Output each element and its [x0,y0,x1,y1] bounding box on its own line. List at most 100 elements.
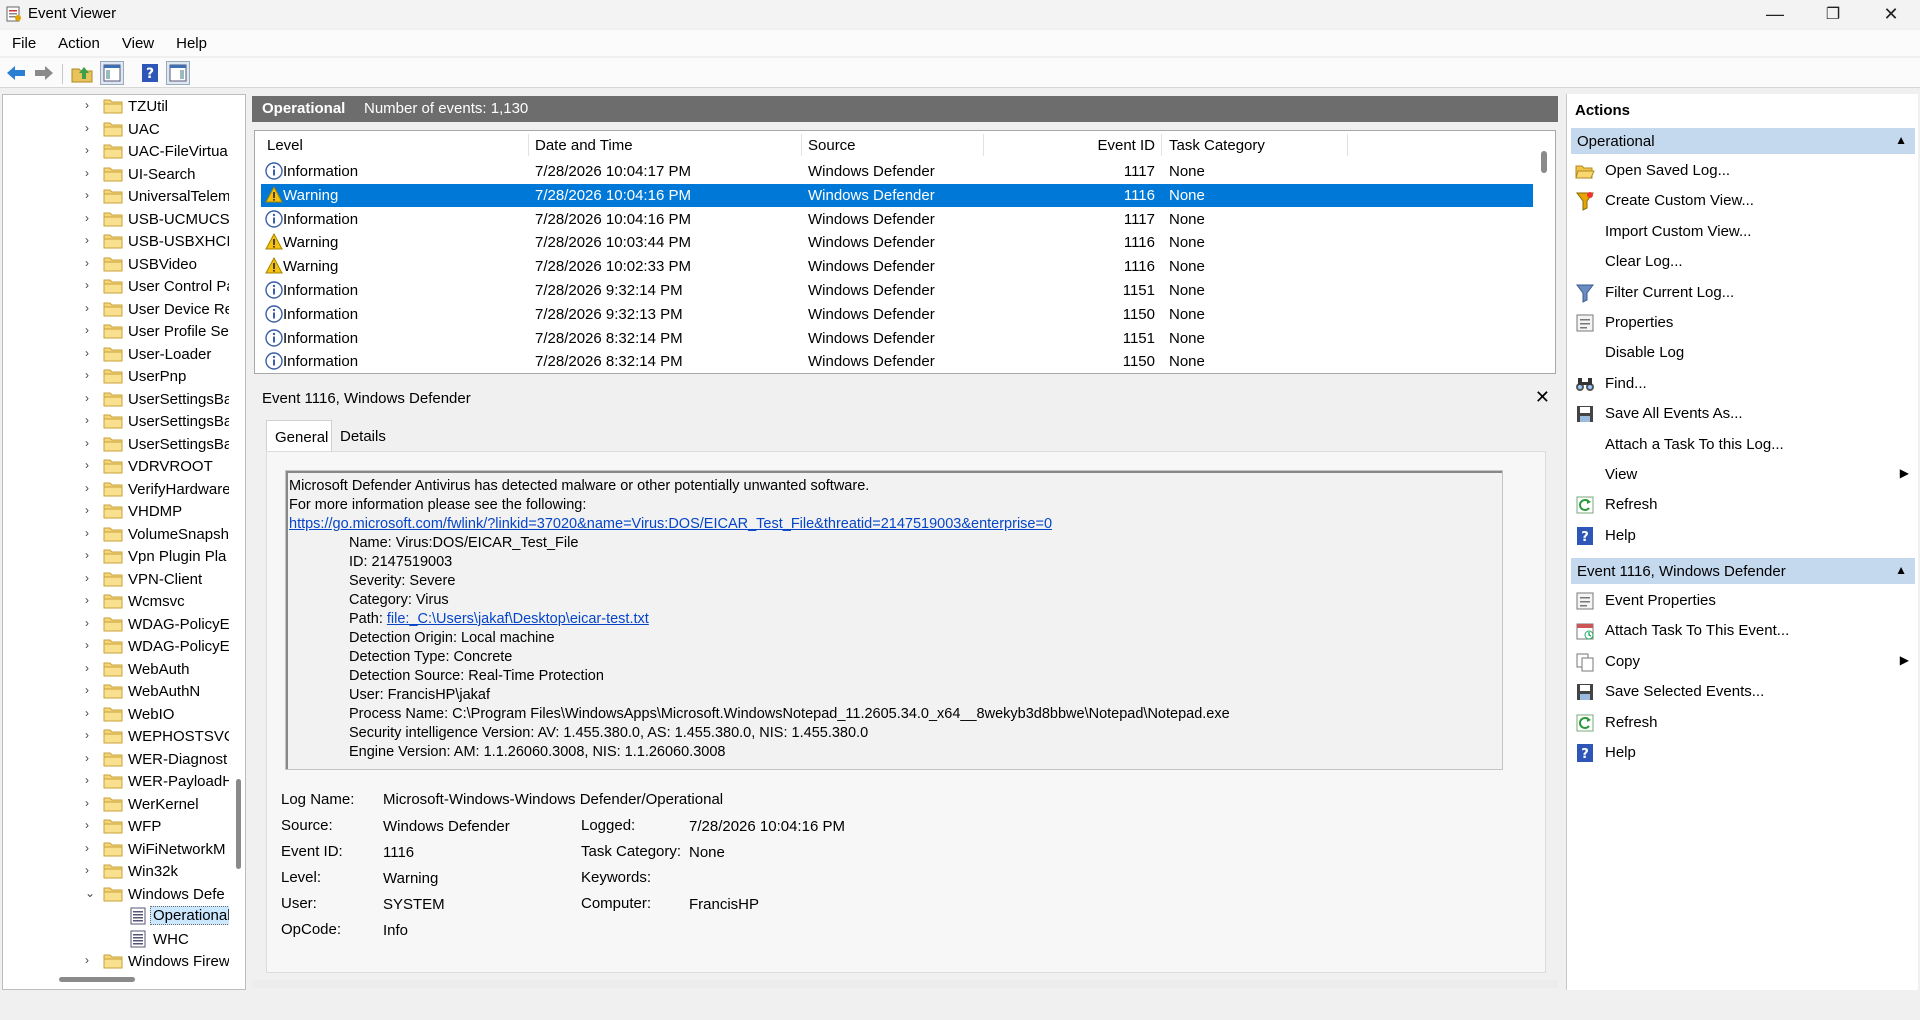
column-task-category[interactable]: Task Category [1169,137,1265,154]
collapse-caret-icon[interactable]: ▲ [1895,133,1907,147]
tree-item-operational[interactable]: Operational [3,905,229,927]
chevron-right-icon[interactable]: › [85,661,97,675]
action-properties[interactable]: Properties [1575,310,1915,336]
tree-item[interactable]: › Windows Firew [3,950,229,972]
action-open-saved-log[interactable]: Open Saved Log... [1575,158,1915,184]
tree-item[interactable]: › User Device Re [3,298,229,320]
restore-button[interactable]: ❐ [1804,0,1862,28]
show-hide-action-pane-icon[interactable] [166,61,190,85]
tree-item[interactable]: › User Control Pa [3,275,229,297]
column-divider[interactable] [983,134,984,156]
chevron-right-icon[interactable]: › [85,548,97,562]
column-source[interactable]: Source [808,137,856,154]
tree-item[interactable]: › Win32k [3,860,229,882]
tree-item[interactable]: › UserSettingsBa [3,410,229,432]
events-table[interactable]: Level Date and Time Source Event ID Task… [254,130,1556,374]
center-horizontal-scrollbar[interactable] [252,980,1558,988]
chevron-right-icon[interactable]: › [85,683,97,697]
chevron-right-icon[interactable]: › [85,481,97,495]
tree-item[interactable]: › USBVideo [3,253,229,275]
tree-item[interactable]: › VerifyHardware [3,478,229,500]
tree-vertical-scrollbar[interactable] [233,95,245,975]
menu-view[interactable]: View [110,35,164,52]
collapse-caret-icon[interactable]: ▲ [1895,563,1907,577]
action-disable-log[interactable]: Disable Log [1575,340,1915,366]
action-refresh[interactable]: Refresh [1575,710,1915,736]
event-row[interactable]: Information 7/28/2026 9:32:14 PM Windows D… [261,279,1533,302]
column-date-time[interactable]: Date and Time [535,137,633,154]
tree-item[interactable]: › UAC-FileVirtua [3,140,229,162]
chevron-right-icon[interactable]: › [85,323,97,337]
tree-item[interactable]: › WDAG-PolicyE [3,613,229,635]
event-row[interactable]: Information 7/28/2026 9:32:13 PM Windows D… [261,303,1533,326]
chevron-right-icon[interactable]: › [85,458,97,472]
chevron-right-icon[interactable]: › [85,616,97,630]
chevron-right-icon[interactable]: › [85,503,97,517]
tree-item[interactable]: › UserPnp [3,365,229,387]
tree-item[interactable]: › WebAuthN [3,680,229,702]
tree-item[interactable]: › WerKernel [3,793,229,815]
column-divider[interactable] [801,134,802,156]
tree-item[interactable]: › WEPHOSTSVC [3,725,229,747]
action-refresh[interactable]: Refresh [1575,492,1915,518]
chevron-right-icon[interactable]: › [85,301,97,315]
column-divider[interactable] [1161,134,1162,156]
close-button[interactable]: ✕ [1862,0,1920,28]
tree-item[interactable]: › WDAG-PolicyE [3,635,229,657]
action-view[interactable]: View ▶ [1575,462,1915,488]
tree-item[interactable]: › VolumeSnapsh [3,523,229,545]
up-folder-icon[interactable] [70,61,94,85]
chevron-right-icon[interactable]: › [85,818,97,832]
tab-general[interactable]: General [266,420,332,452]
chevron-right-icon[interactable]: › [85,751,97,765]
tree-item[interactable]: › TZUtil [3,95,229,117]
tree-scroll-thumb[interactable] [236,779,241,869]
tree-item[interactable]: › WebAuth [3,658,229,680]
chevron-down-icon[interactable]: ⌄ [85,886,97,900]
threat-path-link[interactable]: file:_C:\Users\jakaf\Desktop\eicar-test.… [387,611,649,627]
event-row[interactable]: Warning 7/28/2026 10:02:33 PM Windows Defe… [261,255,1533,278]
chevron-right-icon[interactable]: › [85,143,97,157]
tree-item[interactable]: › WebIO [3,703,229,725]
chevron-right-icon[interactable]: › [85,391,97,405]
action-filter-current-log[interactable]: Filter Current Log... [1575,280,1915,306]
chevron-right-icon[interactable]: › [85,638,97,652]
tree-item[interactable]: › User Profile Ser [3,320,229,342]
event-row[interactable]: Information 7/28/2026 8:32:14 PM Windows D… [261,327,1533,350]
chevron-right-icon[interactable]: › [85,256,97,270]
action-clear-log[interactable]: Clear Log... [1575,249,1915,275]
chevron-right-icon[interactable]: › [85,121,97,135]
chevron-right-icon[interactable]: › [85,278,97,292]
action-import-custom-view[interactable]: Import Custom View... [1575,219,1915,245]
tree-item[interactable]: › Wcmsvc [3,590,229,612]
chevron-right-icon[interactable]: › [85,863,97,877]
chevron-right-icon[interactable]: › [85,571,97,585]
menu-file[interactable]: File [0,35,46,52]
event-row[interactable]: Information 7/28/2026 10:04:17 PM Windows … [261,160,1533,183]
tree-item[interactable]: › VHDMP [3,500,229,522]
tree-item[interactable]: › VPN-Client [3,568,229,590]
chevron-right-icon[interactable]: › [85,413,97,427]
chevron-right-icon[interactable]: › [85,346,97,360]
chevron-right-icon[interactable]: › [85,773,97,787]
action-attach-task-to-this-event[interactable]: Attach Task To This Event... [1575,618,1915,644]
tree-item[interactable]: › USB-USBXHCI [3,230,229,252]
chevron-right-icon[interactable]: › [85,706,97,720]
action-help[interactable]: ? Help [1575,523,1915,549]
action-find[interactable]: Find... [1575,371,1915,397]
back-arrow-icon[interactable] [4,61,28,85]
tree-item-whc[interactable]: WHC [3,928,229,950]
column-divider[interactable] [1347,134,1348,156]
action-help[interactable]: ? Help [1575,740,1915,766]
event-row[interactable]: Information 7/28/2026 8:32:14 PM Windows D… [261,350,1533,373]
minimize-button[interactable]: — [1746,0,1804,28]
tree-item[interactable]: › USB-UCMUCSI [3,208,229,230]
close-detail-icon[interactable]: ✕ [1535,387,1550,408]
chevron-right-icon[interactable]: › [85,188,97,202]
console-tree[interactable]: › TZUtil › UAC › UAC-FileVirtua › UI-Search › Uni… [2,94,246,990]
more-info-link[interactable]: https://go.microsoft.com/fwlink/?linkid=… [289,515,1052,534]
tree-item[interactable]: › VDRVROOT [3,455,229,477]
chevron-right-icon[interactable]: › [85,98,97,112]
menu-action[interactable]: Action [46,35,110,52]
column-event-id[interactable]: Event ID [1043,137,1155,154]
